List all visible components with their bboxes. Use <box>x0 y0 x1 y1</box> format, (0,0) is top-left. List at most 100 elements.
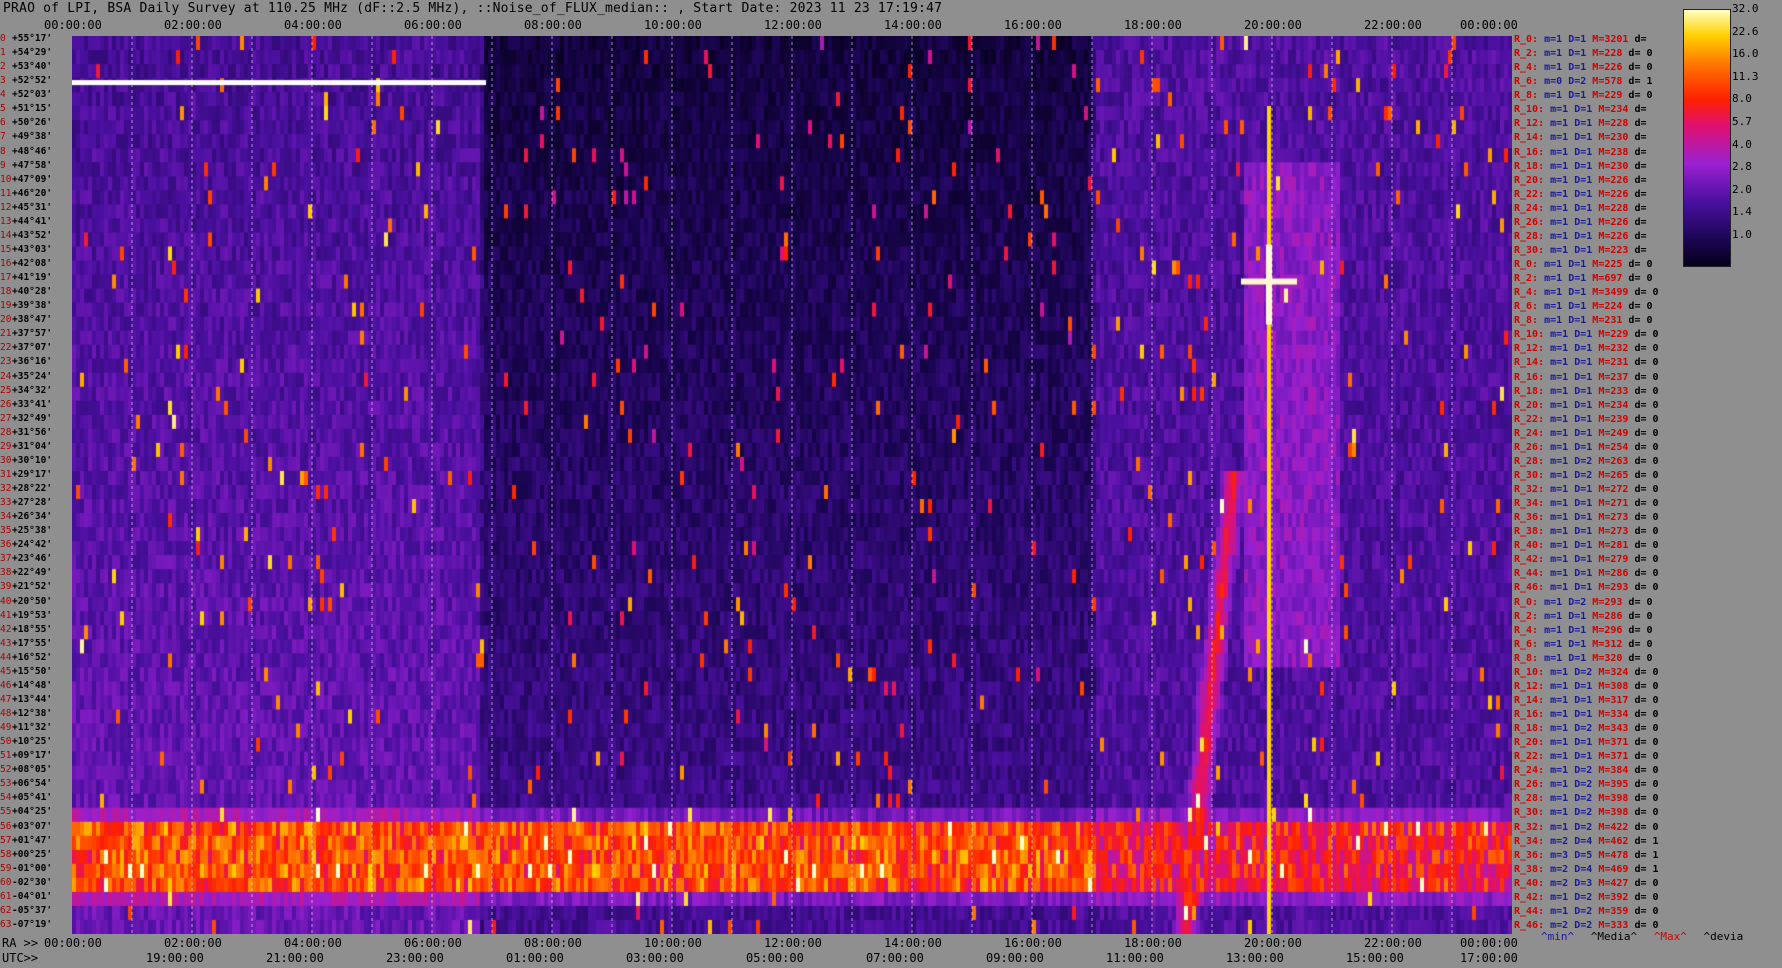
declination-row-label: 29+31°04' <box>0 441 52 452</box>
declination-row-label: 2 +53°40' <box>0 62 52 72</box>
axis-tick-label: 14:00:00 <box>884 936 942 950</box>
receiver-stat-field: R_42: <box>1514 891 1551 903</box>
axis-tick-label: 02:00:00 <box>164 936 222 950</box>
row-declination: +39°38' <box>12 300 53 312</box>
receiver-stat-field: D=1 <box>1574 427 1599 439</box>
receiver-stat-field: D=1 <box>1574 188 1599 200</box>
row-declination: +09°17' <box>12 750 53 762</box>
declination-row-label: 63-07°19' <box>0 919 52 930</box>
receiver-stat-field: M=469 <box>1598 863 1635 875</box>
receiver-stat-field: d= 0 <box>1634 568 1659 580</box>
receiver-stat-field: D=4 <box>1574 863 1599 875</box>
declination-row-label: 44+16°52' <box>0 652 52 663</box>
receiver-stat-field: D=1 <box>1568 315 1593 327</box>
receiver-stat-field: R_16: <box>1514 709 1551 720</box>
receiver-stat-field: M=279 <box>1598 554 1635 566</box>
receiver-stat-field: m=1 <box>1550 216 1575 228</box>
receiver-stat-field: D=1 <box>1574 709 1599 720</box>
receiver-stat-row: R_2: m=1 D=1 M=286 d= 0 <box>1514 611 1653 622</box>
receiver-stat-field: R_38: <box>1514 863 1551 875</box>
declination-row-label: 42+18°55' <box>0 624 52 635</box>
axis-tick-label: 20:00:00 <box>1244 936 1302 950</box>
row-index: 58 <box>0 848 12 860</box>
row-declination: -04°01' <box>12 890 53 902</box>
receiver-stat-field: D=1 <box>1568 273 1593 285</box>
receiver-stat-field: m=1 <box>1550 455 1575 467</box>
declination-row-label: 35+25°38' <box>0 526 52 536</box>
receiver-stat-field: M=343 <box>1598 723 1635 735</box>
receiver-stat-row: R_16: m=1 D=1 M=334 d= 0 <box>1514 709 1659 720</box>
declination-row-label: 47+13°44' <box>0 694 52 705</box>
receiver-stat-field: d= 0 <box>1628 596 1653 608</box>
receiver-stat-field: D=1 <box>1574 357 1599 369</box>
row-index: 57 <box>0 834 12 846</box>
row-declination: +35°24' <box>12 370 53 382</box>
receiver-stat-field: d= <box>1634 118 1647 130</box>
receiver-stat-field: m=1 <box>1550 174 1575 186</box>
declination-row-label: 25+34°32' <box>0 385 52 396</box>
receiver-stat-field: D=1 <box>1568 652 1593 664</box>
receiver-stat-field: R_24: <box>1514 427 1551 439</box>
receiver-stat-field: D=1 <box>1574 132 1599 144</box>
receiver-stat-field: M=478 <box>1598 849 1635 861</box>
receiver-stat-field: D=3 <box>1574 877 1599 889</box>
receiver-stat-field: M=225 <box>1592 259 1629 270</box>
row-index: 12 <box>0 201 12 213</box>
receiver-stat-field: R_6: <box>1514 301 1545 313</box>
axis-tick-label: 05:00:00 <box>746 951 804 965</box>
receiver-stat-row: R_24: m=1 D=1 M=228 d= <box>1514 203 1646 214</box>
legend-median: ^Media^ <box>1590 930 1638 943</box>
row-index: 54 <box>0 792 12 804</box>
receiver-stat-row: R_6: m=1 D=1 M=224 d= 0 <box>1514 301 1653 312</box>
receiver-stat-field: m=1 <box>1550 469 1575 481</box>
receiver-stat-field: M=226 <box>1598 188 1635 200</box>
receiver-stat-field: d= <box>1634 132 1647 144</box>
receiver-stat-field: m=1 <box>1550 540 1575 552</box>
receiver-stat-field: M=229 <box>1592 90 1629 102</box>
receiver-stat-field: R_8: <box>1514 90 1545 102</box>
receiver-stat-row: R_10: m=1 D=1 M=229 d= 0 <box>1514 329 1659 340</box>
receiver-stat-field: D=2 <box>1574 666 1599 678</box>
declination-row-label: 34+26°34' <box>0 512 52 522</box>
row-index: 20 <box>0 314 12 326</box>
receiver-stat-field: m=1 <box>1544 90 1569 102</box>
bottom-axis-utc-prefix: UTC>> <box>2 951 39 965</box>
receiver-stat-field: D=2 <box>1568 76 1593 88</box>
receiver-stat-field: M=254 <box>1598 441 1635 453</box>
row-index: 32 <box>0 483 12 494</box>
receiver-stat-field: M=228 <box>1592 48 1629 60</box>
row-declination: -05°37' <box>12 904 53 916</box>
row-declination: +40°28' <box>12 286 53 298</box>
receiver-stat-field: d= 0 <box>1634 329 1659 341</box>
axis-tick-label: 10:00:00 <box>644 18 702 32</box>
receiver-stat-field: m=1 <box>1550 779 1575 791</box>
row-index: 49 <box>0 722 12 734</box>
receiver-stat-field: R_24: <box>1514 202 1551 214</box>
receiver-stat-row: R_26: m=1 D=1 M=254 d= 0 <box>1514 442 1659 453</box>
receiver-stat-field: d= <box>1634 188 1647 200</box>
receiver-stat-row: R_28: m=1 D=1 M=226 d= <box>1514 231 1646 242</box>
row-index: 27 <box>0 412 12 424</box>
receiver-stat-field: M=263 <box>1598 455 1635 467</box>
receiver-stat-field: m=1 <box>1550 160 1575 172</box>
receiver-stat-field: d= 0 <box>1628 90 1653 102</box>
receiver-stat-row: R_18: m=1 D=1 M=230 d= <box>1514 161 1646 172</box>
receiver-stat-field: R_22: <box>1514 188 1551 200</box>
receiver-stat-field: m=1 <box>1550 709 1575 720</box>
receiver-stat-field: d= 1 <box>1634 863 1659 875</box>
axis-tick-label: 00:00:00 <box>44 936 102 950</box>
receiver-stat-row: R_4: m=1 D=1 M=296 d= 0 <box>1514 625 1653 636</box>
receiver-stat-field: M=293 <box>1598 582 1635 594</box>
receiver-stat-field: d= 0 <box>1634 793 1659 805</box>
declination-row-label: 56+03°07' <box>0 821 52 832</box>
row-index: 30 <box>0 454 12 466</box>
receiver-stat-row: R_46: m=1 D=1 M=293 d= 0 <box>1514 582 1659 593</box>
colorbar-tick-label: 2.8 <box>1732 160 1752 174</box>
receiver-stat-field: m=1 <box>1550 329 1575 341</box>
receiver-stat-row: R_0: m=1 D=1 M=3201 d= <box>1514 34 1647 45</box>
declination-row-label: 55+04°25' <box>0 807 52 817</box>
receiver-stats-panel: R_0: m=1 D=1 M=3201 d= R_2: m=1 D=1 M=22… <box>1514 34 1684 934</box>
receiver-stat-field: d= 0 <box>1634 455 1659 467</box>
receiver-stat-field: R_28: <box>1514 455 1551 467</box>
declination-row-label: 24+35°24' <box>0 370 53 382</box>
